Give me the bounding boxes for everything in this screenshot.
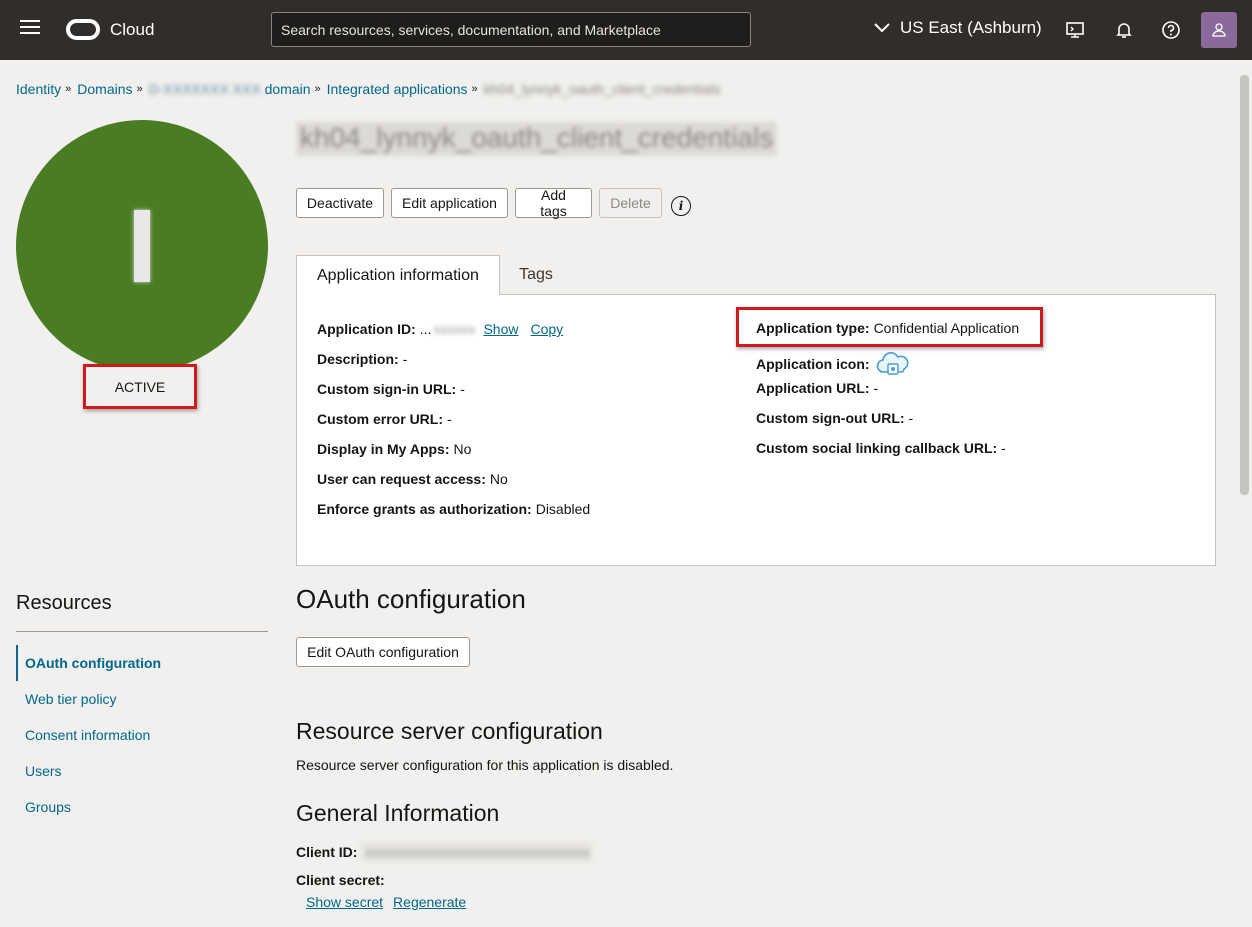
application-id-value: ... — [419, 321, 432, 337]
custom-signout-row: Custom sign-out URL: - — [756, 410, 913, 426]
breadcrumb-current: kh04_lynnyk_oauth_client_credentials — [483, 81, 721, 97]
breadcrumb-integrated-apps[interactable]: Integrated applications — [327, 81, 468, 97]
breadcrumb-domains[interactable]: Domains — [77, 81, 132, 97]
status-badge: ACTIVE — [83, 364, 197, 409]
display-myapps-label: Display in My Apps: — [317, 441, 450, 457]
resources-item-oauth-configuration[interactable]: OAuth configuration — [25, 655, 161, 671]
resources-item-consent-information[interactable]: Consent information — [25, 727, 150, 743]
top-navigation-bar: Cloud Search resources, services, docume… — [0, 0, 1252, 60]
user-request-label: User can request access: — [317, 471, 486, 487]
description-value: - — [402, 351, 408, 367]
enforce-grants-label: Enforce grants as authorization: — [317, 501, 532, 517]
application-icon-label: Application icon: — [756, 356, 870, 372]
copy-application-id-link[interactable]: Copy — [530, 321, 563, 337]
enforce-grants-row: Enforce grants as authorization: Disabled — [317, 501, 590, 517]
deactivate-button[interactable]: Deactivate — [296, 188, 384, 218]
region-selector[interactable]: US East (Ashburn) — [874, 18, 1042, 38]
custom-signout-value: - — [908, 410, 914, 426]
breadcrumb: Identity» Domains» D-XXXXXXX XXX domain»… — [16, 81, 720, 97]
breadcrumb-domain-suffix[interactable]: domain — [265, 81, 311, 97]
cloud-shell-icon[interactable] — [1065, 20, 1085, 40]
user-request-value: No — [489, 471, 508, 487]
oracle-logo-icon[interactable] — [66, 19, 100, 40]
user-request-row: User can request access: No — [317, 471, 508, 487]
user-icon — [1212, 23, 1226, 37]
tab-application-information[interactable]: Application information — [296, 255, 500, 295]
social-callback-label: Custom social linking callback URL: — [756, 440, 998, 456]
show-secret-link[interactable]: Show secret — [306, 894, 383, 910]
delete-button: Delete — [599, 188, 662, 218]
application-icon-row: Application icon: — [756, 350, 910, 378]
application-id-label: Application ID: — [317, 321, 416, 337]
breadcrumb-separator: » — [471, 83, 478, 95]
application-type-row: Application type: Confidential Applicatio… — [756, 320, 1019, 336]
general-information-heading: General Information — [296, 800, 500, 826]
display-myapps-value: No — [453, 441, 472, 457]
add-tags-button[interactable]: Add tags — [515, 187, 592, 219]
resources-active-indicator — [16, 645, 18, 681]
resources-item-web-tier-policy[interactable]: Web tier policy — [25, 691, 117, 707]
menu-icon[interactable] — [20, 20, 40, 40]
custom-error-row: Custom error URL: - — [317, 411, 452, 427]
application-initial — [134, 210, 150, 282]
resources-item-groups[interactable]: Groups — [25, 799, 71, 815]
breadcrumb-separator: » — [65, 83, 72, 95]
breadcrumb-domain-name[interactable]: D-XXXXXXX XXX — [149, 81, 261, 97]
description-label: Description: — [317, 351, 399, 367]
resources-item-users[interactable]: Users — [25, 763, 62, 779]
application-url-value: - — [873, 380, 879, 396]
application-url-label: Application URL: — [756, 380, 870, 396]
tab-tags[interactable]: Tags — [500, 255, 572, 295]
breadcrumb-separator: » — [136, 83, 143, 95]
logo-text[interactable]: Cloud — [110, 20, 154, 40]
vertical-scrollbar[interactable] — [1237, 60, 1252, 927]
client-secret-label: Client secret: — [296, 872, 385, 888]
application-avatar — [16, 120, 268, 372]
breadcrumb-identity[interactable]: Identity — [16, 81, 61, 97]
help-icon[interactable] — [1161, 20, 1181, 40]
scrollbar-thumb[interactable] — [1240, 75, 1249, 495]
cloud-app-icon — [876, 352, 908, 375]
display-myapps-row: Display in My Apps: No — [317, 441, 471, 457]
custom-error-value: - — [447, 411, 452, 427]
search-input[interactable]: Search resources, services, documentatio… — [271, 12, 751, 47]
client-id-label: Client ID: — [296, 844, 358, 860]
regenerate-link[interactable]: Regenerate — [393, 894, 466, 910]
description-row: Description: - — [317, 351, 407, 367]
bell-icon[interactable] — [1114, 20, 1134, 40]
social-callback-row: Custom social linking callback URL: - — [756, 440, 1006, 456]
resource-server-heading: Resource server configuration — [296, 718, 603, 744]
region-label: US East (Ashburn) — [900, 18, 1042, 37]
custom-signin-row: Custom sign-in URL: - — [317, 381, 465, 397]
application-type-label: Application type: — [756, 320, 870, 336]
info-icon[interactable]: i — [671, 196, 691, 216]
application-url-row: Application URL: - — [756, 380, 878, 396]
social-callback-value: - — [1001, 440, 1006, 456]
resource-server-text: Resource server configuration for this a… — [296, 757, 674, 773]
enforce-grants-value: Disabled — [535, 501, 591, 517]
edit-oauth-configuration-button[interactable]: Edit OAuth configuration — [296, 637, 470, 667]
page-title: kh04_lynnyk_oauth_client_credentials — [296, 122, 778, 156]
custom-signin-value: - — [460, 381, 465, 397]
chevron-down-icon — [874, 23, 890, 33]
application-id-row: Application ID: ... xxxxxx Show Copy — [317, 321, 563, 337]
custom-signin-label: Custom sign-in URL: — [317, 381, 457, 397]
client-id-value: xxxxxxxxxxxxxxxxxxxxxxxxxxxxxxxx — [361, 842, 594, 862]
client-secret-actions: Show secret Regenerate — [306, 894, 466, 910]
application-id-masked: xxxxxx — [433, 321, 476, 337]
breadcrumb-separator: » — [314, 83, 321, 95]
resources-heading: Resources — [16, 592, 112, 614]
custom-error-label: Custom error URL: — [317, 411, 444, 427]
application-type-value: Confidential Application — [873, 320, 1020, 336]
oauth-configuration-heading: OAuth configuration — [296, 584, 526, 614]
custom-signout-label: Custom sign-out URL: — [756, 410, 905, 426]
client-id-row: Client ID: xxxxxxxxxxxxxxxxxxxxxxxxxxxxx… — [296, 842, 594, 862]
edit-application-button[interactable]: Edit application — [391, 188, 508, 218]
client-secret-row: Client secret: — [296, 872, 389, 888]
show-application-id-link[interactable]: Show — [483, 321, 518, 337]
resources-divider — [16, 631, 268, 632]
profile-avatar[interactable] — [1201, 12, 1237, 48]
